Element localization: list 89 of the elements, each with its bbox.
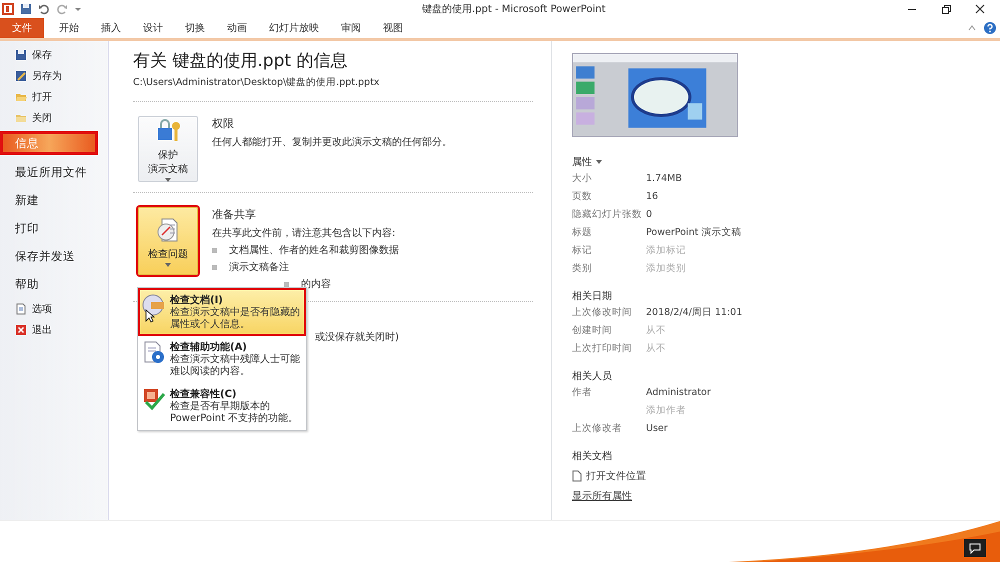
group-heading: 相关日期 [572, 290, 613, 303]
properties-heading[interactable]: 属性 [572, 155, 1000, 169]
section-button[interactable]: 保护 演示文稿 [138, 116, 198, 182]
property-label: 作者 [572, 386, 593, 400]
window-title: 键盘的使用.ppt - Microsoft PowerPoint [421, 2, 607, 16]
menu-item-description: 检查演示文稿中是否有隐藏的属性或个人信息。 [170, 307, 301, 331]
property-label: 大小 [572, 172, 593, 185]
property-label: 上次打印时间 [572, 342, 633, 355]
property-value: 2018/2/4/周日 11:01 [646, 306, 744, 319]
file-path: C:\Users\Administrator\Desktop\键盘的使用.ppt.pptx [133, 76, 380, 89]
backstage-menu-item[interactable]: 最近所用文件 [0, 158, 108, 186]
bullet-mark [284, 282, 289, 286]
menu-item-title: 检查文档(I) [170, 294, 224, 306]
chat-icon[interactable] [964, 539, 986, 557]
backstage-menu-item[interactable]: 退出 [0, 319, 108, 340]
ribbon-tab[interactable]: 插入 [90, 18, 132, 38]
mouse-pointer-icon [145, 309, 155, 323]
document-icon [572, 470, 582, 482]
menu-item[interactable]: 检查兼容性(C) 检查是否有早期版本的PowerPoint 不支持的功能。 [140, 384, 304, 428]
save-as-icon [15, 70, 27, 82]
help-icon[interactable] [984, 22, 996, 34]
property-value: 1.74MB [646, 172, 683, 185]
customize-caret-icon[interactable] [74, 5, 82, 13]
group-heading: 相关文档 [572, 450, 613, 463]
ribbon-tab[interactable]: 文件 [0, 18, 44, 38]
close-icon[interactable] [974, 3, 986, 15]
bullet-text: 文档属性、作者的姓名和裁剪图像数据 [229, 244, 399, 257]
backstage-menu-item[interactable]: 新建 [0, 186, 108, 214]
backstage-menu-item[interactable]: 帮助 [0, 270, 108, 298]
menu-item-description: 检查是否有早期版本的PowerPoint 不支持的功能。 [170, 401, 300, 425]
group-heading: 相关人员 [572, 370, 613, 383]
property-label: 创建时间 [572, 324, 613, 337]
menu-item-description: 检查演示文稿中残障人士可能难以阅读的内容。 [170, 354, 301, 378]
backstage-menu-item[interactable]: 选项 [0, 298, 108, 319]
section-heading: 权限 [212, 116, 235, 131]
undo-icon[interactable] [38, 3, 50, 15]
bullet-mark [212, 264, 217, 270]
property-value: 0 [646, 208, 654, 221]
backstage-menu-item[interactable]: 打印 [0, 214, 108, 242]
property-value: PowerPoint 演示文稿 [646, 226, 742, 239]
ribbon-tab[interactable]: 切换 [174, 18, 216, 38]
property-label: 隐藏幻灯片张数 [572, 208, 643, 221]
backstage-menu-item[interactable]: 打开 [0, 86, 108, 107]
check-mark-icon [142, 387, 166, 411]
save-icon [15, 48, 27, 60]
menu-item[interactable]: 检查文档(I) 检查演示文稿中是否有隐藏的属性或个人信息。 [140, 290, 304, 334]
property-value: 16 [646, 190, 660, 203]
property-label: 上次修改时间 [572, 306, 633, 319]
ribbon-tab[interactable]: 动画 [216, 18, 258, 38]
ribbon-tab[interactable]: 开始 [48, 18, 90, 38]
property-value: Administrator [646, 386, 712, 399]
section-description: 或没保存就关闭时) [315, 330, 399, 344]
backstage-menu-item[interactable]: 保存 [0, 44, 108, 65]
accessibility-document-icon [142, 340, 166, 364]
property-label: 标记 [572, 244, 593, 257]
ribbon-tab[interactable]: 审阅 [330, 18, 372, 38]
caret-icon [165, 263, 171, 267]
property-label: 类别 [572, 262, 593, 275]
page-title: 有关 键盘的使用.ppt 的信息 [133, 50, 348, 72]
caret-icon [165, 178, 171, 182]
menu-item-title: 检查兼容性(C) [170, 387, 238, 400]
property-value: User [646, 422, 669, 435]
open-file-location-link[interactable]: 打开文件位置 [572, 469, 1000, 483]
property-label: 上次修改者 [572, 422, 623, 435]
property-label: 标题 [572, 226, 593, 239]
menu-item-title: 检查辅助功能(A) [170, 340, 248, 354]
section-button[interactable]: 检查问题 [138, 207, 198, 275]
menu-item[interactable]: 检查辅助功能(A) 检查演示文稿中残障人士可能难以阅读的内容。 [140, 337, 304, 381]
show-all-properties-link[interactable]: 显示所有属性 [572, 489, 632, 503]
close-icon [15, 324, 27, 336]
backstage-menu-item[interactable]: 另存为 [0, 65, 108, 86]
ribbon-tab[interactable]: 幻灯片放映 [258, 18, 330, 38]
section-description: 任何人都能打开、复制并更改此演示文稿的任何部分。 [212, 136, 452, 149]
properties-label: 属性 [572, 156, 592, 169]
ribbon-tab[interactable]: 设计 [132, 18, 174, 38]
document-icon [15, 302, 27, 314]
bullet-mark [212, 248, 217, 252]
section-heading: 准备共享 [212, 207, 257, 222]
bullet-text: 演示文稿备注 [229, 260, 289, 274]
ribbon-tab[interactable]: 视图 [372, 18, 414, 38]
property-label: 页数 [572, 190, 593, 203]
powerpoint-logo-icon[interactable] [2, 3, 14, 15]
backstage-menu-item[interactable]: 关闭 [0, 107, 108, 128]
save-icon[interactable] [20, 3, 32, 15]
section-description: 在共享此文件前，请注意其包含以下内容: [212, 226, 396, 240]
backstage-menu-item[interactable]: 保存并发送 [0, 242, 108, 270]
caret-icon [596, 160, 602, 164]
minimize-ribbon-icon[interactable] [968, 24, 976, 32]
restore-icon[interactable] [940, 3, 952, 15]
